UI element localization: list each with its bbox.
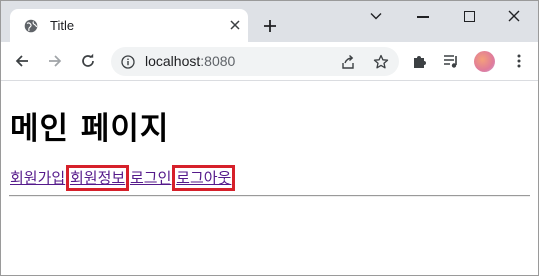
extensions-puzzle-icon[interactable] bbox=[412, 53, 428, 69]
logout-link[interactable]: 로그아웃 bbox=[172, 165, 236, 191]
signup-link[interactable]: 회원가입 bbox=[10, 169, 65, 187]
url-text: localhost:8080 bbox=[145, 53, 235, 69]
page-heading: 메인 페이지 bbox=[10, 111, 170, 147]
url-port: :8080 bbox=[200, 53, 236, 69]
more-menu-icon[interactable] bbox=[511, 53, 527, 69]
address-bar[interactable]: localhost:8080 bbox=[111, 47, 399, 76]
globe-icon bbox=[24, 19, 38, 33]
maximize-button[interactable] bbox=[464, 11, 475, 22]
browser-toolbar: localhost:8080 bbox=[1, 42, 538, 81]
profile-avatar[interactable] bbox=[474, 51, 495, 72]
tab-strip: Title bbox=[1, 1, 538, 42]
member-info-link[interactable]: 회원정보 bbox=[65, 165, 130, 191]
tab-title: Title bbox=[50, 18, 75, 33]
media-queue-icon[interactable] bbox=[443, 53, 459, 69]
browser-window: Title localhost:8080 메인 페이지 회원가입 회원정보 로그… bbox=[0, 0, 539, 276]
nav-links: 회원가입 회원정보 로그인 로그아웃 bbox=[10, 165, 236, 191]
info-icon[interactable] bbox=[121, 55, 135, 69]
reload-icon[interactable] bbox=[80, 53, 96, 69]
page-content: 메인 페이지 회원가입 회원정보 로그인 로그아웃 bbox=[1, 81, 538, 275]
bookmark-star-icon[interactable] bbox=[373, 54, 389, 70]
login-link[interactable]: 로그인 bbox=[130, 169, 171, 187]
close-tab-icon[interactable] bbox=[229, 19, 241, 31]
back-arrow-icon[interactable] bbox=[14, 53, 30, 69]
new-tab-icon[interactable] bbox=[262, 18, 278, 34]
horizontal-rule bbox=[9, 195, 530, 197]
forward-arrow-icon[interactable] bbox=[47, 53, 63, 69]
minimize-button[interactable] bbox=[417, 16, 429, 18]
share-icon[interactable] bbox=[340, 54, 356, 70]
chevron-down-icon[interactable] bbox=[369, 11, 383, 21]
close-window-icon[interactable] bbox=[508, 10, 520, 22]
url-host: localhost bbox=[145, 53, 201, 69]
browser-tab[interactable]: Title bbox=[10, 9, 248, 42]
